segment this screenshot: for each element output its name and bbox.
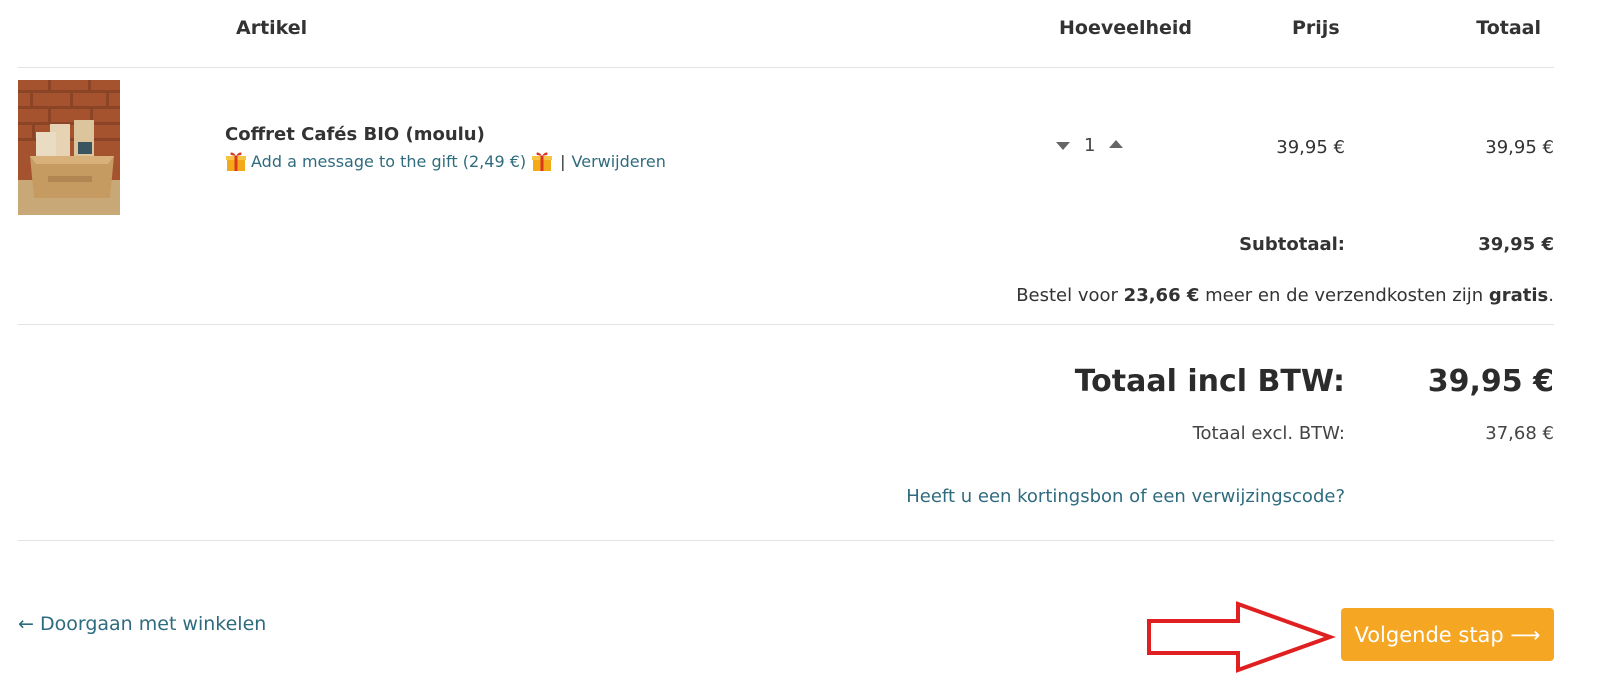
column-header-quantity: Hoeveelheid — [1059, 17, 1193, 39]
next-step-button[interactable]: Volgende stap ⟶ — [1341, 608, 1554, 661]
item-price: 39,95 € — [1276, 137, 1345, 158]
decrease-quantity-icon[interactable] — [1056, 141, 1070, 150]
product-actions: Add a message to the gift (2,49 €) | Ver… — [225, 150, 666, 172]
remove-item-link[interactable]: Verwijderen — [572, 152, 666, 171]
quantity-stepper: 1 — [1056, 135, 1124, 156]
product-name[interactable]: Coffret Cafés BIO (moulu) — [225, 124, 485, 145]
total-incl-vat-value: 39,95 € — [1427, 364, 1554, 399]
item-total: 39,95 € — [1485, 137, 1554, 158]
gift-icon — [532, 152, 553, 171]
summary-divider — [18, 324, 1554, 325]
total-excl-vat-label: Totaal excl. BTW: — [1192, 423, 1345, 444]
shipping-suffix: . — [1548, 285, 1554, 306]
coupon-code-link[interactable]: Heeft u een kortingsbon of een verwijzin… — [906, 486, 1345, 507]
footer-divider — [18, 540, 1554, 541]
column-header-price: Prijs — [1292, 17, 1340, 39]
header-divider — [18, 67, 1554, 68]
column-header-article: Artikel — [236, 17, 308, 39]
product-image[interactable] — [18, 80, 120, 215]
shipping-middle: meer en de verzendkosten zijn — [1199, 285, 1489, 306]
add-gift-message-link[interactable]: Add a message to the gift (2,49 €) — [251, 152, 526, 171]
subtotal-value: 39,95 € — [1478, 234, 1554, 255]
quantity-value: 1 — [1084, 135, 1096, 156]
action-separator: | — [560, 151, 566, 171]
total-incl-vat-label: Totaal incl BTW: — [1074, 364, 1345, 399]
shipping-remaining-amount: 23,66 € — [1123, 285, 1200, 306]
shipping-free-word: gratis — [1488, 285, 1549, 306]
subtotal-label: Subtotaal: — [1239, 234, 1345, 255]
gift-icon — [226, 152, 246, 171]
continue-shopping-link[interactable]: ← Doorgaan met winkelen — [18, 613, 266, 635]
coffee-box-image — [18, 80, 120, 215]
shipping-prefix: Bestel voor — [1016, 285, 1124, 306]
increase-quantity-icon[interactable] — [1109, 139, 1124, 148]
red-arrow-annotation-icon — [1147, 601, 1336, 673]
free-shipping-note: Bestel voor 23,66 € meer en de verzendko… — [1016, 285, 1554, 306]
total-excl-vat-value: 37,68 € — [1485, 423, 1554, 444]
column-header-total: Totaal — [1476, 17, 1541, 39]
